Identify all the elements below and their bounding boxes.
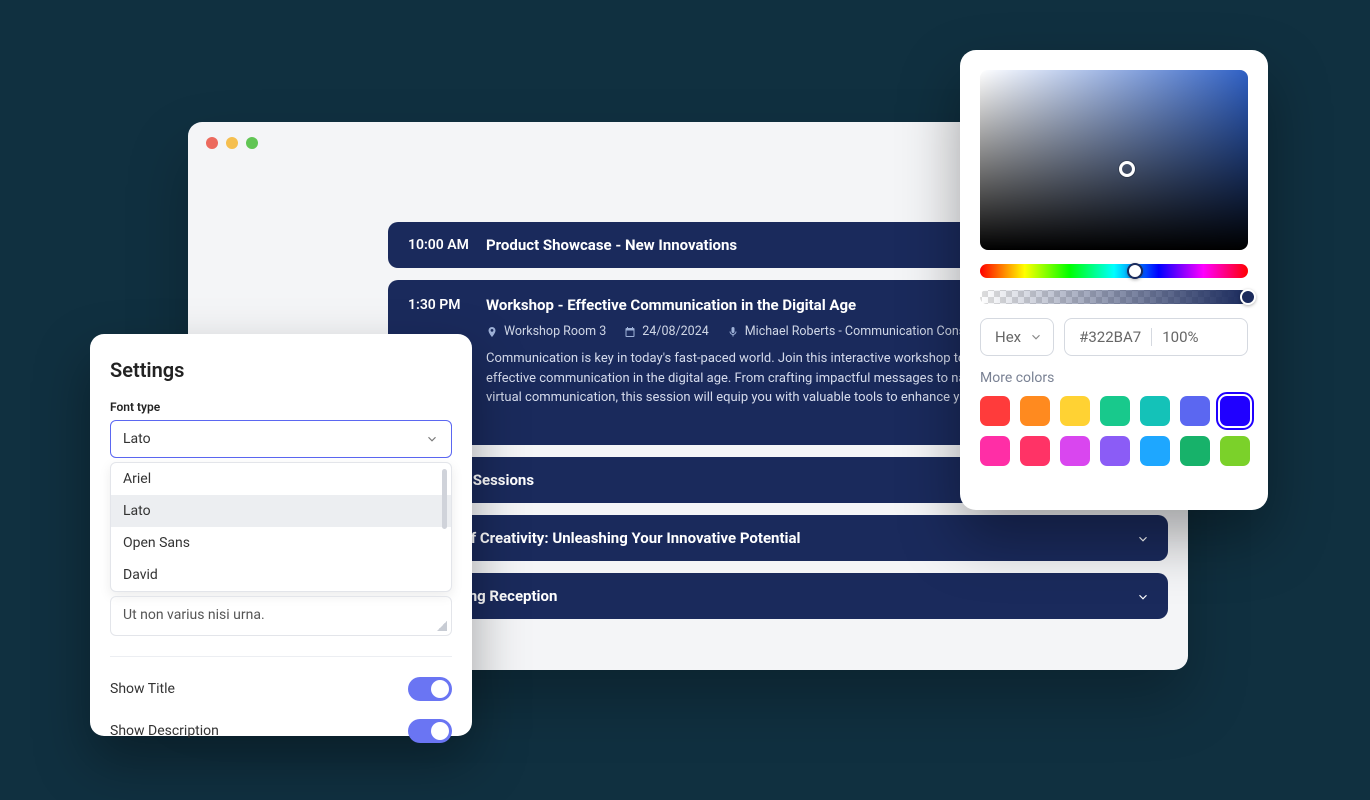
saturation-value-canvas[interactable] bbox=[980, 70, 1248, 250]
color-format-select[interactable]: Hex bbox=[980, 318, 1054, 356]
font-option-selected[interactable]: Lato bbox=[111, 495, 451, 527]
show-title-label: Show Title bbox=[110, 681, 175, 697]
window-zoom-icon[interactable] bbox=[246, 137, 258, 149]
color-swatch[interactable] bbox=[980, 436, 1010, 466]
font-type-value: Lato bbox=[123, 431, 151, 447]
hex-value: #322BA7 bbox=[1079, 328, 1141, 346]
microphone-icon bbox=[727, 326, 739, 338]
color-swatch[interactable] bbox=[1180, 436, 1210, 466]
color-swatch[interactable] bbox=[1100, 436, 1130, 466]
schedule-title: Networking Reception bbox=[408, 587, 1148, 605]
alpha-thumb-icon[interactable] bbox=[1240, 289, 1256, 305]
window-minimize-icon[interactable] bbox=[226, 137, 238, 149]
calendar-icon bbox=[624, 326, 636, 338]
font-option[interactable]: Open Sans bbox=[111, 527, 451, 559]
hue-slider[interactable] bbox=[980, 264, 1248, 278]
chevron-down-icon[interactable] bbox=[1136, 531, 1150, 550]
color-picker-panel: Hex #322BA7 100% More colors bbox=[960, 50, 1268, 510]
color-swatch[interactable] bbox=[1220, 436, 1250, 466]
color-cursor-icon[interactable] bbox=[1119, 161, 1135, 177]
schedule-item[interactable]: Networking Reception bbox=[388, 573, 1168, 619]
show-title-toggle[interactable] bbox=[408, 677, 452, 701]
color-swatch[interactable] bbox=[1220, 396, 1250, 426]
color-swatch[interactable] bbox=[1060, 396, 1090, 426]
font-option[interactable]: Ariel bbox=[111, 463, 451, 495]
window-close-icon[interactable] bbox=[206, 137, 218, 149]
hue-thumb-icon[interactable] bbox=[1127, 263, 1143, 279]
chevron-down-icon[interactable] bbox=[1136, 589, 1150, 608]
description-textarea[interactable]: Ut non varius nisi urna. bbox=[110, 596, 452, 636]
location-pin-icon bbox=[486, 326, 498, 338]
more-colors-label: More colors bbox=[980, 370, 1248, 386]
resize-handle-icon[interactable] bbox=[437, 621, 447, 631]
font-option[interactable]: David bbox=[111, 559, 451, 591]
divider bbox=[1151, 328, 1152, 346]
font-type-label: Font type bbox=[110, 400, 452, 414]
swatches-grid bbox=[980, 396, 1248, 466]
color-swatch[interactable] bbox=[1020, 396, 1050, 426]
font-type-dropdown[interactable]: Ariel Lato Open Sans David bbox=[110, 462, 452, 592]
show-description-toggle[interactable] bbox=[408, 719, 452, 743]
color-swatch[interactable] bbox=[1140, 436, 1170, 466]
color-swatch[interactable] bbox=[1100, 396, 1130, 426]
font-type-select[interactable]: Lato bbox=[110, 420, 452, 458]
color-swatch[interactable] bbox=[1180, 396, 1210, 426]
schedule-title: The Art of Creativity: Unleashing Your I… bbox=[408, 529, 1148, 547]
show-description-label: Show Description bbox=[110, 723, 219, 739]
opacity-value: 100% bbox=[1162, 328, 1198, 346]
chevron-down-icon bbox=[425, 432, 439, 446]
schedule-time: 10:00 AM bbox=[408, 237, 472, 253]
chevron-down-icon bbox=[1029, 330, 1043, 344]
speaker: Michael Roberts - Communication Consulta… bbox=[727, 324, 997, 339]
settings-panel: Settings Font type Lato Ariel Lato Open … bbox=[90, 334, 472, 736]
settings-heading: Settings bbox=[110, 358, 452, 382]
location: Workshop Room 3 bbox=[486, 324, 606, 339]
color-swatch[interactable] bbox=[980, 396, 1010, 426]
divider bbox=[110, 656, 452, 657]
color-swatch[interactable] bbox=[1140, 396, 1170, 426]
schedule-item[interactable]: The Art of Creativity: Unleashing Your I… bbox=[388, 515, 1168, 561]
color-swatch[interactable] bbox=[1020, 436, 1050, 466]
scrollbar-thumb[interactable] bbox=[442, 469, 447, 529]
alpha-slider[interactable] bbox=[980, 290, 1248, 304]
hex-input[interactable]: #322BA7 100% bbox=[1064, 318, 1248, 356]
schedule-time: 1:30 PM bbox=[408, 297, 472, 313]
date: 24/08/2024 bbox=[624, 324, 709, 339]
color-swatch[interactable] bbox=[1060, 436, 1090, 466]
